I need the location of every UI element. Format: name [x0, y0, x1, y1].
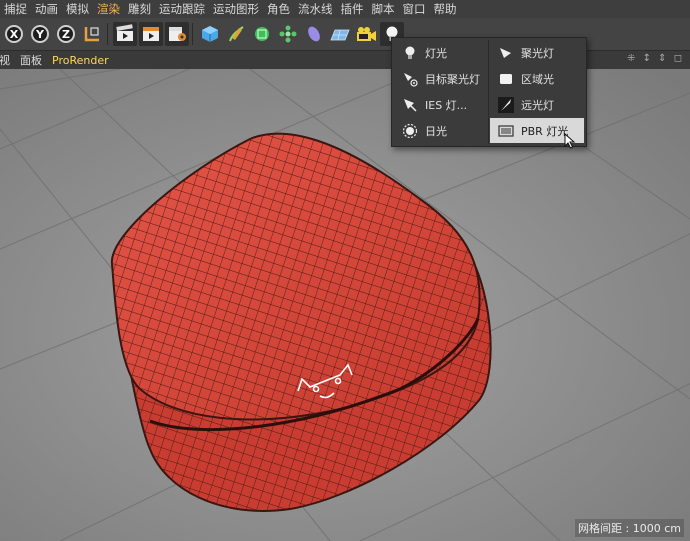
x-axis-toggle[interactable]: X: [2, 22, 26, 46]
infinite-light-icon: [497, 96, 515, 114]
mouse-cursor-icon: [564, 133, 576, 149]
x-axis-icon: X: [5, 25, 23, 43]
coordinate-system-button[interactable]: [80, 22, 104, 46]
pen-spline-button[interactable]: [224, 22, 248, 46]
camera-button[interactable]: [354, 22, 378, 46]
popup-item-label: 聚光灯: [521, 46, 554, 60]
clapper-gear-icon: [169, 27, 186, 41]
popup-item-spotlight[interactable]: 聚光灯: [490, 40, 584, 65]
grid-spacing-label: 网格间距 : 1000 cm: [575, 519, 684, 537]
menu-mograph[interactable]: 运动图形: [209, 0, 263, 18]
cloner-button[interactable]: [276, 22, 300, 46]
menu-motion-tracking[interactable]: 运动跟踪: [155, 0, 209, 18]
menu-pipeline[interactable]: 流水线: [294, 0, 337, 18]
clapper-icon: [116, 24, 133, 41]
pen-icon: [229, 26, 244, 42]
target-spotlight-icon: [401, 70, 419, 88]
area-light-icon: [497, 70, 515, 88]
menu-character[interactable]: 角色: [263, 0, 294, 18]
render-settings-button[interactable]: [165, 22, 189, 46]
light-type-popup: 灯光 目标聚光灯 IES 灯... 日光 聚光灯 区域光 远光灯 PBR 灯光: [391, 37, 587, 149]
spotlight-icon: [497, 44, 515, 62]
array-icon: [279, 25, 297, 43]
bend-deformer-icon: [308, 26, 320, 42]
popup-item-area-light[interactable]: 区域光: [490, 66, 584, 91]
subdivision-icon: [255, 27, 269, 41]
viewport-menu-prorender[interactable]: ProRender: [47, 54, 114, 67]
y-axis-icon: Y: [31, 25, 49, 43]
menu-plugins[interactable]: 插件: [337, 0, 368, 18]
menu-animate[interactable]: 动画: [31, 0, 62, 18]
popup-item-label: 远光灯: [521, 98, 554, 112]
render-view-button[interactable]: [113, 22, 137, 46]
menu-sculpt[interactable]: 雕刻: [124, 0, 155, 18]
ies-light-icon: [401, 96, 419, 114]
menu-render[interactable]: 渲染: [93, 0, 124, 18]
popup-item-infinite-light[interactable]: 远光灯: [490, 92, 584, 117]
menu-window[interactable]: 窗口: [399, 0, 430, 18]
popup-item-label: PBR 灯光: [521, 124, 569, 138]
popup-item-label: 区域光: [521, 72, 554, 86]
floor-button[interactable]: [328, 22, 352, 46]
viewport-menu-panel[interactable]: 面板: [15, 52, 47, 68]
popup-item-target-spotlight[interactable]: 目标聚光灯: [394, 66, 488, 91]
popup-item-ies-light[interactable]: IES 灯...: [394, 92, 488, 117]
coordinate-system-icon: [84, 27, 99, 42]
menu-bar: 捕捉 动画 模拟 渲染 雕刻 运动跟踪 运动图形 角色 流水线 插件 脚本 窗口…: [0, 0, 690, 18]
menu-script[interactable]: 脚本: [368, 0, 399, 18]
viewport-menu-view[interactable]: 视: [0, 52, 15, 68]
toolbar-separator: [107, 23, 108, 45]
viewport-navigation-icons[interactable]: ⁜ ↕ ⇕ ◻: [627, 53, 684, 64]
bulb-icon: [401, 44, 419, 62]
popup-divider: [488, 40, 489, 144]
menu-help[interactable]: 帮助: [430, 0, 461, 18]
deformer-button[interactable]: [302, 22, 326, 46]
toolbar-separator: [192, 23, 193, 45]
clapper-render-icon: [143, 27, 159, 41]
render-picture-viewer-button[interactable]: [139, 22, 163, 46]
popup-item-light[interactable]: 灯光: [394, 40, 488, 65]
floor-grid-icon: [330, 29, 350, 41]
pbr-light-icon: [497, 122, 515, 140]
camera-icon: [357, 27, 376, 41]
y-axis-toggle[interactable]: Y: [28, 22, 52, 46]
sun-icon: [401, 122, 419, 140]
z-axis-icon: Z: [57, 25, 75, 43]
menu-simulate[interactable]: 模拟: [62, 0, 93, 18]
popup-item-sun[interactable]: 日光: [394, 118, 488, 143]
popup-item-label: 日光: [425, 124, 447, 138]
subdivision-surface-button[interactable]: [250, 22, 274, 46]
popup-item-label: 灯光: [425, 46, 447, 60]
popup-item-label: IES 灯...: [425, 98, 468, 112]
cube-primitive-button[interactable]: [198, 22, 222, 46]
menu-snap[interactable]: 捕捉: [0, 0, 31, 18]
cube-icon: [202, 26, 218, 42]
popup-item-label: 目标聚光灯: [425, 72, 480, 86]
z-axis-toggle[interactable]: Z: [54, 22, 78, 46]
